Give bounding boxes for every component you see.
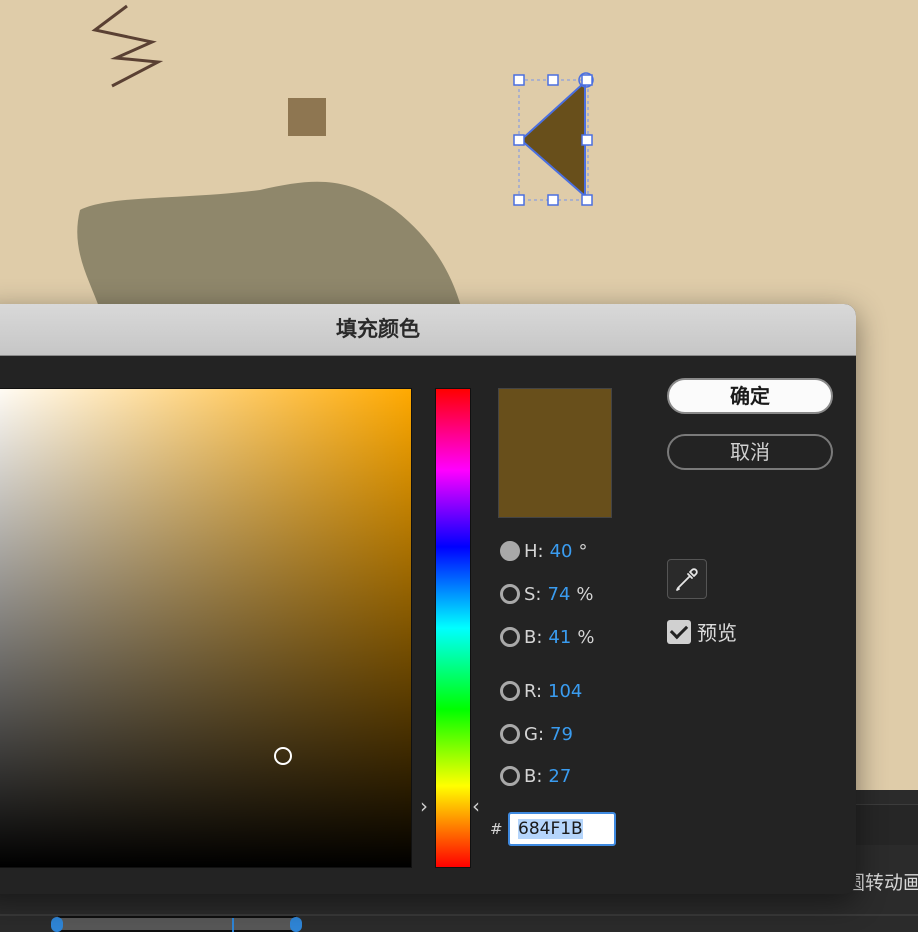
playhead-marker[interactable]	[232, 918, 234, 932]
dialog-titlebar[interactable]: 填充颜色	[0, 304, 856, 356]
red-field[interactable]: R: 104	[500, 677, 582, 705]
eyedropper-button[interactable]	[667, 559, 707, 599]
current-color-swatch	[498, 388, 612, 518]
brightness-radio[interactable]	[500, 627, 520, 647]
hue-radio[interactable]	[500, 541, 520, 561]
timeline-end-handle[interactable]	[290, 917, 302, 932]
hue-label: H:	[524, 540, 544, 562]
red-radio[interactable]	[500, 681, 520, 701]
green-radio[interactable]	[500, 724, 520, 744]
hex-hash-label: #	[490, 820, 503, 838]
hue-field[interactable]: H: 40 °	[500, 537, 588, 565]
saturation-field[interactable]: S: 74 %	[500, 580, 594, 608]
saturation-brightness-field[interactable]	[0, 388, 412, 868]
zigzag-line-shape[interactable]	[91, 4, 164, 88]
brightness-value[interactable]: 41	[548, 627, 571, 648]
hex-input-value: 684F1B	[518, 819, 583, 839]
green-field[interactable]: G: 79	[500, 720, 573, 748]
saturation-value[interactable]: 74	[548, 584, 571, 605]
saturation-radio[interactable]	[500, 584, 520, 604]
preview-toggle[interactable]: 预览	[667, 617, 737, 646]
hue-slider[interactable]	[435, 388, 471, 868]
blue-label: B:	[524, 765, 543, 787]
hue-value[interactable]: 40	[550, 541, 573, 562]
blue-radio[interactable]	[500, 766, 520, 786]
timeline-start-handle[interactable]	[51, 917, 63, 932]
ok-button[interactable]: 确定	[667, 378, 833, 414]
red-label: R:	[524, 680, 543, 702]
brightness-unit: %	[577, 626, 595, 648]
blue-field[interactable]: B: 27	[500, 762, 571, 790]
blob-shape[interactable]	[77, 181, 463, 310]
eyedropper-icon	[676, 568, 698, 591]
red-value[interactable]: 104	[548, 681, 582, 702]
preview-label: 预览	[697, 621, 737, 645]
layer-name-label: 圆转动画	[846, 872, 918, 894]
blue-value[interactable]: 27	[548, 766, 571, 787]
brightness-field[interactable]: B: 41 %	[500, 623, 594, 651]
color-picker-cursor[interactable]	[274, 747, 292, 765]
cancel-button[interactable]: 取消	[667, 434, 833, 470]
green-label: G:	[524, 723, 545, 745]
saturation-label: S:	[524, 583, 542, 605]
saturation-unit: %	[576, 583, 594, 605]
green-value[interactable]: 79	[550, 724, 573, 745]
hue-unit: °	[578, 540, 588, 562]
hex-input[interactable]: 684F1B	[508, 812, 616, 846]
preview-checkbox[interactable]	[667, 619, 691, 644]
selected-triangle-shape[interactable]	[513, 72, 594, 206]
hue-slider-right-arrow-icon[interactable]: ‹	[472, 794, 480, 818]
hue-slider-left-arrow-icon[interactable]: ›	[420, 794, 428, 818]
square-shape[interactable]	[288, 98, 326, 136]
brightness-label: B:	[524, 626, 543, 648]
dialog-title: 填充颜色	[336, 317, 420, 341]
fill-color-dialog: 填充颜色 › ‹ H: 40 ° S: 74 % B: 41 % R: 104 …	[0, 304, 856, 894]
timeline-range-bar[interactable]	[58, 916, 296, 932]
